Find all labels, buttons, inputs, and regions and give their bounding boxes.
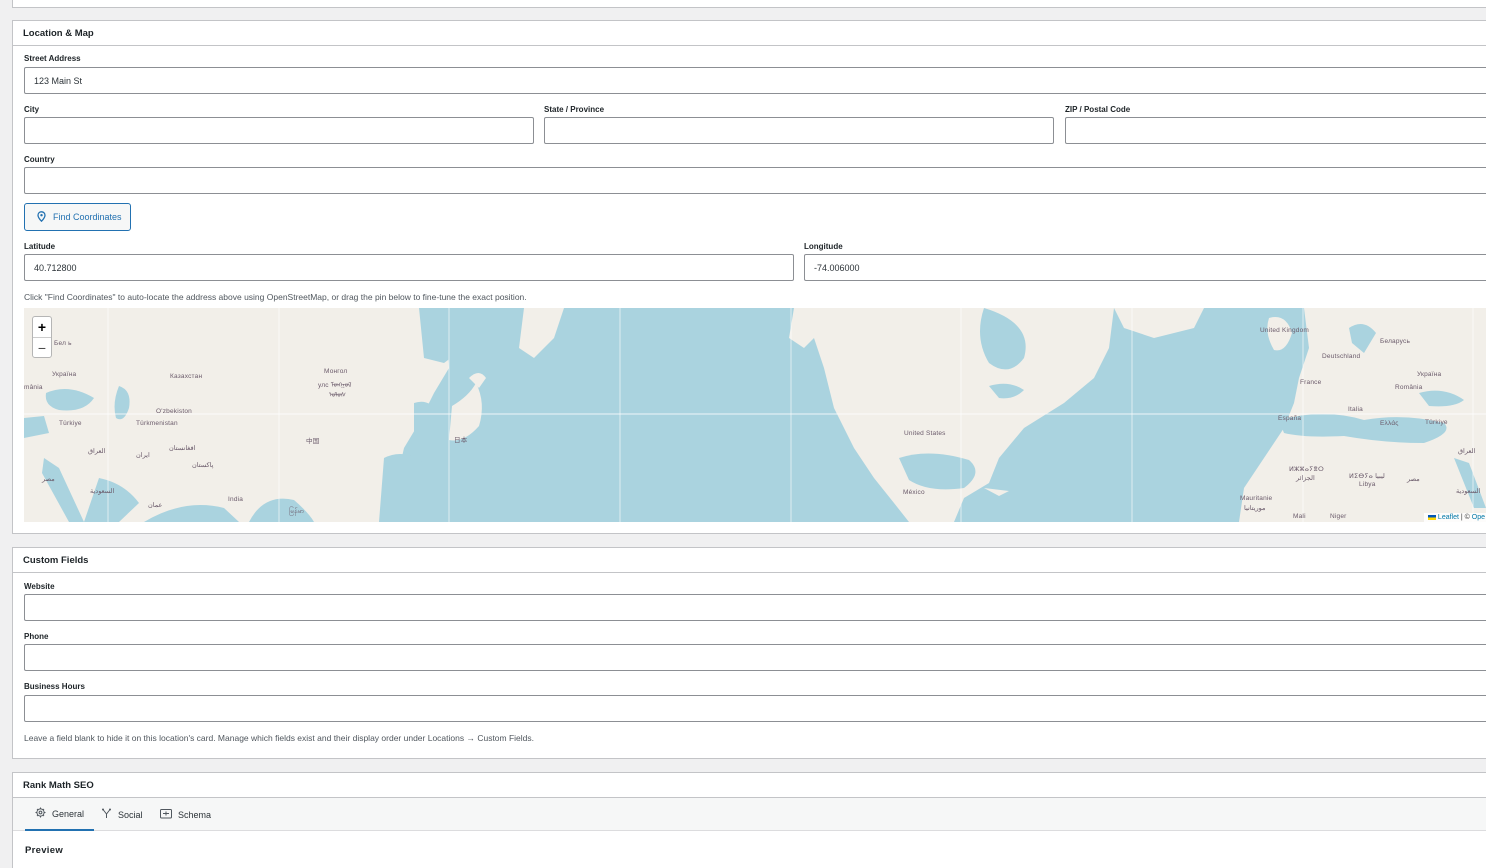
zip-label: ZIP / Postal Code bbox=[1065, 105, 1131, 114]
map-label-saudi-right: السعودية bbox=[1456, 488, 1481, 495]
city-label: City bbox=[24, 105, 40, 114]
website-input[interactable] bbox=[24, 594, 1486, 621]
custom-fields-hint: Leave a field blank to hide it on this l… bbox=[24, 733, 535, 743]
business-hours-input[interactable] bbox=[24, 695, 1486, 722]
location-map[interactable]: Бел ь Україна mânia Казахстан O'zbekisto… bbox=[24, 308, 1486, 522]
map-label-iran: ایران bbox=[136, 452, 150, 459]
zoom-in-button[interactable]: + bbox=[33, 317, 51, 337]
map-label-algeria-2: الجزائر bbox=[1296, 475, 1315, 482]
map-label-greece: Ελλάς bbox=[1380, 420, 1399, 427]
map-label-china: 中国 bbox=[306, 438, 320, 445]
tab-general[interactable]: General bbox=[25, 798, 95, 831]
map-label-deutschland: Deutschland bbox=[1322, 353, 1361, 360]
zoom-out-button[interactable]: − bbox=[33, 337, 51, 357]
map-label-turkmenistan: Türkmenistan bbox=[136, 420, 178, 427]
map-label-belarus: Беларусь bbox=[1380, 338, 1411, 345]
state-label: State / Province bbox=[544, 105, 605, 114]
map-label-india: India bbox=[228, 496, 244, 503]
map-label-iraq-right: العراق bbox=[1458, 448, 1476, 455]
map-label-mauritanie: Mauritanie bbox=[1240, 495, 1273, 502]
attribution-separator: | © bbox=[1458, 514, 1472, 521]
map-label-ukraine-left: Україна bbox=[52, 371, 77, 378]
map-label-be: Бел ь bbox=[54, 340, 72, 347]
map-label-mexico: México bbox=[903, 489, 925, 496]
map-label-egypt-left: مصر bbox=[42, 476, 55, 483]
map-label-turkiye-right: Türkiye bbox=[1425, 419, 1448, 426]
map-label-iraq-left: العراق bbox=[88, 448, 106, 455]
map-label-turkiye-left: Türkiye bbox=[59, 420, 82, 427]
rank-math-seo-box: Rank Math SEO General Social Schema Prev… bbox=[12, 772, 1486, 868]
map-hint-text: Click "Find Coordinates" to auto-locate … bbox=[24, 292, 527, 302]
map-label-oman: عمان bbox=[148, 502, 163, 509]
latitude-label: Latitude bbox=[24, 242, 56, 251]
osm-link[interactable]: Ope bbox=[1472, 514, 1485, 521]
find-coordinates-button[interactable]: Find Coordinates bbox=[24, 203, 131, 231]
map-label-libya: ⵍⵉⴱⵢⴰ ليبيا bbox=[1349, 473, 1385, 480]
location-pin-icon bbox=[37, 210, 46, 224]
website-label: Website bbox=[24, 582, 55, 591]
state-input[interactable] bbox=[544, 117, 1054, 144]
location-box-title: Location & Map bbox=[13, 21, 1486, 46]
tab-social[interactable]: Social bbox=[91, 798, 153, 831]
map-label-afghanistan: افغانستان bbox=[169, 445, 196, 452]
map-label-mongolia-3: ᠤᠯᠤᠰ bbox=[329, 392, 346, 399]
map-label-egypt-right: مصر bbox=[1407, 476, 1420, 483]
find-coordinates-label: Find Coordinates bbox=[53, 212, 122, 222]
map-label-japan: 日本 bbox=[454, 437, 468, 444]
leaflet-link[interactable]: Leaflet bbox=[1438, 514, 1459, 521]
previous-postbox bbox=[12, 0, 1486, 8]
map-label-mauritanie-2: موريتانيا bbox=[1244, 505, 1266, 512]
longitude-input[interactable]: -74.006000 bbox=[804, 254, 1486, 281]
map-label-mongolia: Монгол bbox=[324, 368, 348, 375]
map-label-uzbekistan: O'zbekiston bbox=[156, 408, 192, 415]
map-label-myanmar: မြန်မာ bbox=[289, 508, 305, 515]
latitude-input[interactable]: 40.712800 bbox=[24, 254, 794, 281]
country-label: Country bbox=[24, 155, 55, 164]
map-tiles bbox=[24, 308, 1486, 522]
ukraine-flag-icon bbox=[1427, 514, 1436, 520]
map-label-niger: Niger bbox=[1330, 513, 1347, 520]
map-label-kazakhstan: Казахстан bbox=[170, 373, 203, 380]
map-zoom-control: + − bbox=[32, 316, 52, 358]
share-icon bbox=[101, 808, 112, 821]
rank-math-title: Rank Math SEO bbox=[13, 773, 1486, 798]
map-label-france: France bbox=[1300, 379, 1322, 386]
custom-fields-box: Custom Fields Website Phone Business Hou… bbox=[12, 547, 1486, 759]
map-label-romania-left: mânia bbox=[24, 384, 43, 391]
map-label-libya-2: Libya bbox=[1359, 481, 1376, 488]
business-hours-label: Business Hours bbox=[24, 682, 85, 691]
tab-schema[interactable]: Schema bbox=[150, 798, 221, 831]
map-label-romania-right: România bbox=[1395, 384, 1423, 391]
street-label: Street Address bbox=[24, 54, 81, 63]
city-input[interactable] bbox=[24, 117, 534, 144]
map-label-pakistan: پاکستان bbox=[192, 462, 214, 469]
seo-tabs: General Social Schema bbox=[13, 798, 1486, 831]
map-label-saudi-left: السعودية bbox=[90, 488, 115, 495]
longitude-label: Longitude bbox=[804, 242, 843, 251]
tab-general-label: General bbox=[52, 808, 85, 819]
zip-input[interactable] bbox=[1065, 117, 1486, 144]
gear-icon bbox=[35, 807, 46, 820]
map-label-italia: Italia bbox=[1348, 406, 1363, 413]
map-attribution: Leaflet | © Ope bbox=[1423, 513, 1486, 522]
preview-heading: Preview bbox=[25, 845, 64, 856]
location-map-box: Location & Map Street Address 123 Main S… bbox=[12, 20, 1486, 534]
custom-fields-title: Custom Fields bbox=[13, 548, 1486, 573]
tab-social-label: Social bbox=[118, 809, 143, 820]
map-label-mali: Mali bbox=[1293, 513, 1306, 520]
map-label-united-states: United States bbox=[904, 430, 946, 437]
country-input[interactable] bbox=[24, 167, 1486, 194]
phone-input[interactable] bbox=[24, 644, 1486, 671]
phone-label: Phone bbox=[24, 632, 49, 641]
tab-schema-label: Schema bbox=[178, 809, 212, 820]
map-label-ukraine-right: Україна bbox=[1417, 371, 1442, 378]
map-label-united-kingdom: United Kingdom bbox=[1260, 327, 1310, 334]
map-label-espana: España bbox=[1278, 415, 1302, 422]
street-input[interactable]: 123 Main St bbox=[24, 67, 1486, 94]
map-label-algeria: ⵍⵣⵣⴰⵢⴻⵔ bbox=[1289, 466, 1325, 473]
schema-icon bbox=[160, 808, 172, 821]
